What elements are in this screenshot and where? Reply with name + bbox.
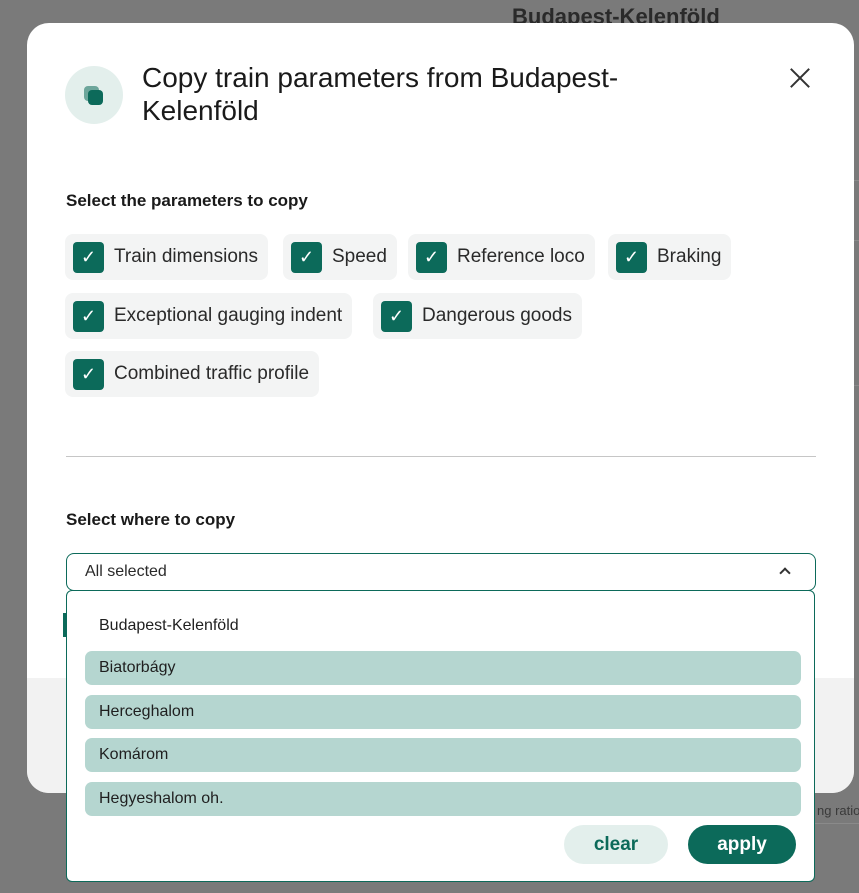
destination-option-budapest-kelenfold[interactable]: Budapest-Kelenföld: [85, 609, 801, 643]
parameter-label: Reference loco: [457, 246, 585, 267]
checkbox-checked-icon: ✓: [416, 241, 447, 273]
modal-title: Copy train parameters from Budapest-Kele…: [142, 62, 619, 126]
checkbox-checked-icon: ✓: [381, 300, 412, 332]
checkbox-checked-icon: ✓: [73, 300, 104, 332]
destination-select[interactable]: All selected: [66, 553, 816, 591]
parameter-label: Train dimensions: [114, 246, 258, 267]
checkbox-checked-icon: ✓: [73, 358, 104, 390]
parameter-label: Combined traffic profile: [114, 363, 310, 384]
checkbox-checked-icon: ✓: [73, 241, 104, 273]
destination-option-herceghalom[interactable]: Herceghalom: [85, 695, 801, 729]
checkbox-checked-icon: ✓: [616, 241, 647, 273]
parameter-label: Exceptional gauging indent: [114, 305, 343, 326]
destination-option-hegyeshalom-oh[interactable]: Hegyeshalom oh.: [85, 782, 801, 816]
parameter-label: Dangerous goods: [422, 305, 572, 326]
parameter-checkbox-train-dimensions[interactable]: ✓ Train dimensions: [65, 234, 268, 280]
parameter-checkbox-reference-loco[interactable]: ✓ Reference loco: [408, 234, 595, 280]
chevron-up-icon[interactable]: [779, 567, 791, 579]
parameter-checkbox-combined-traffic-profile[interactable]: ✓ Combined traffic profile: [65, 351, 320, 397]
destination-option-biatorbagy[interactable]: Biatorbágy: [85, 651, 801, 685]
apply-button[interactable]: apply: [688, 825, 796, 864]
copy-icon: [65, 66, 123, 124]
parameters-section-label: Select the parameters to copy: [66, 191, 308, 210]
background-snippet: ng ratio: [817, 803, 859, 818]
destination-option-komarom[interactable]: Komárom: [85, 738, 801, 772]
clear-button[interactable]: clear: [564, 825, 668, 864]
parameter-label: Braking: [657, 246, 722, 267]
parameter-checkbox-speed[interactable]: ✓ Speed: [283, 234, 397, 280]
close-icon[interactable]: [785, 63, 815, 93]
section-divider: [66, 456, 816, 457]
destination-select-value: All selected: [85, 563, 167, 580]
parameter-label: Speed: [332, 246, 387, 267]
background-divider: [812, 823, 859, 824]
parameter-checkbox-exceptional-gauging-indent[interactable]: ✓ Exceptional gauging indent: [65, 293, 353, 339]
destination-section-label: Select where to copy: [66, 510, 236, 529]
checkbox-checked-icon: ✓: [291, 241, 322, 273]
destination-dropdown: Budapest-Kelenföld Biatorbágy Herceghalo…: [66, 590, 815, 882]
parameter-checkbox-braking[interactable]: ✓ Braking: [608, 234, 732, 280]
parameter-checkbox-dangerous-goods[interactable]: ✓ Dangerous goods: [373, 293, 582, 339]
